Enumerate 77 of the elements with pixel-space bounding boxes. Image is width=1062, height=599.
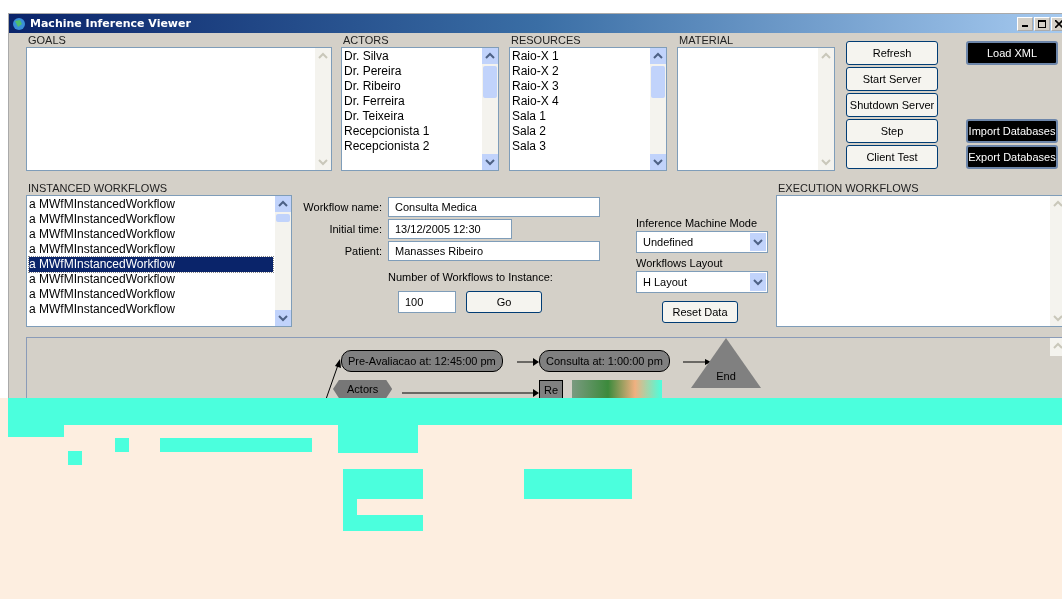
- scroll-up-icon[interactable]: [482, 48, 498, 64]
- workflow-node[interactable]: Actors: [333, 380, 393, 398]
- list-item[interactable]: Raio-X 4: [512, 94, 648, 109]
- database-button[interactable]: Export Databases: [966, 145, 1058, 169]
- list-item[interactable]: Dr. Pereira: [344, 64, 480, 79]
- list-item[interactable]: Recepcionista 1: [344, 124, 480, 139]
- scroll-up-icon[interactable]: [650, 48, 666, 64]
- list-item[interactable]: Dr. Teixeira: [344, 109, 480, 124]
- scroll-down-icon[interactable]: [275, 310, 291, 326]
- scrollbar[interactable]: [650, 48, 666, 170]
- workflow-node[interactable]: End: [691, 338, 761, 388]
- workflow-item[interactable]: a MWfMInstancedWorkflow: [29, 302, 273, 317]
- connector-arrow: [517, 358, 539, 366]
- scroll-down-icon[interactable]: [650, 154, 666, 170]
- maximize-button[interactable]: [1034, 16, 1050, 31]
- workflow-item[interactable]: a MWfMInstancedWorkflow: [29, 242, 273, 257]
- workflow-item[interactable]: a MWfMInstancedWorkflow: [29, 287, 273, 302]
- list-label: INSTANCED WORKFLOWS: [27, 181, 169, 195]
- list-label: RESOURCES: [510, 33, 582, 47]
- connector-arrow: [683, 358, 711, 366]
- list-item[interactable]: Dr. Ferreira: [344, 94, 480, 109]
- mode-dropdown[interactable]: Undefined: [636, 231, 768, 253]
- list-label: ACTORS: [342, 33, 390, 47]
- list-label: GOALS: [27, 33, 67, 47]
- scrollbar[interactable]: [275, 196, 291, 326]
- close-button[interactable]: [1051, 16, 1062, 31]
- workflow-node[interactable]: Pre-Avaliacao at: 12:45:00 pm: [341, 350, 503, 372]
- workflow-item[interactable]: a MWfMInstancedWorkflow: [29, 212, 273, 227]
- text-field[interactable]: 13/12/2005 12:30: [388, 219, 512, 239]
- database-button[interactable]: Import Databases: [966, 119, 1058, 143]
- action-button[interactable]: Start Server: [846, 67, 938, 91]
- workflow-item[interactable]: a MWfMInstancedWorkflow: [29, 257, 273, 272]
- minimize-icon: [1022, 25, 1028, 27]
- field-label: Patient:: [343, 245, 383, 257]
- list-label: MATERIAL: [678, 33, 735, 47]
- scroll-thumb[interactable]: [651, 66, 665, 98]
- list-item[interactable]: Sala 2: [512, 124, 648, 139]
- list-item[interactable]: Recepcionista 2: [344, 139, 480, 154]
- list-item[interactable]: Raio-X 3: [512, 79, 648, 94]
- list-item[interactable]: Dr. Ribeiro: [344, 79, 480, 94]
- list-item[interactable]: Sala 1: [512, 109, 648, 124]
- minimize-button[interactable]: [1017, 16, 1033, 31]
- workflow-item[interactable]: a MWfMInstancedWorkflow: [29, 227, 273, 242]
- workflow-node[interactable]: Re: [539, 380, 564, 400]
- field-label: Number of Workflows to Instance:: [388, 271, 554, 283]
- close-icon: [1055, 19, 1062, 28]
- count-field[interactable]: 100: [398, 291, 456, 313]
- workflow-node[interactable]: Consulta at: 1:00:00 pm: [539, 350, 670, 372]
- scroll-up-icon[interactable]: [275, 196, 291, 212]
- maximize-icon: [1038, 19, 1046, 28]
- go-button[interactable]: Go: [466, 291, 542, 313]
- action-button[interactable]: Client Test: [846, 145, 938, 169]
- action-button[interactable]: Shutdown Server: [846, 93, 938, 117]
- field-label: Inference Machine Mode: [636, 217, 759, 231]
- workflow-item[interactable]: a MWfMInstancedWorkflow: [29, 272, 273, 287]
- list-item[interactable]: Sala 3: [512, 139, 648, 154]
- field-label: Initial time:: [328, 223, 383, 235]
- scroll-thumb[interactable]: [276, 214, 290, 222]
- action-button[interactable]: Refresh: [846, 41, 938, 65]
- list-item[interactable]: Dr. Silva: [344, 49, 480, 64]
- database-button[interactable]: Load XML: [966, 41, 1058, 65]
- action-button[interactable]: Step: [846, 119, 938, 143]
- field-label: Workflows Layout: [636, 257, 724, 271]
- scroll-thumb[interactable]: [483, 66, 497, 98]
- list-item[interactable]: Raio-X 1: [512, 49, 648, 64]
- workflow-item[interactable]: a MWfMInstancedWorkflow: [29, 197, 273, 212]
- window-title: Machine Inference Viewer: [30, 17, 191, 30]
- scroll-down-icon[interactable]: [482, 154, 498, 170]
- list-item[interactable]: Raio-X 2: [512, 64, 648, 79]
- field-label: Workflow name:: [302, 201, 383, 213]
- layout-dropdown[interactable]: H Layout: [636, 271, 768, 293]
- list-label: EXECUTION WORKFLOWS: [777, 181, 920, 195]
- globe-icon: [11, 16, 27, 31]
- reset-button[interactable]: Reset Data: [662, 301, 738, 323]
- text-field[interactable]: Manasses Ribeiro: [388, 241, 600, 261]
- text-field[interactable]: Consulta Medica: [388, 197, 600, 217]
- scrollbar[interactable]: [482, 48, 498, 170]
